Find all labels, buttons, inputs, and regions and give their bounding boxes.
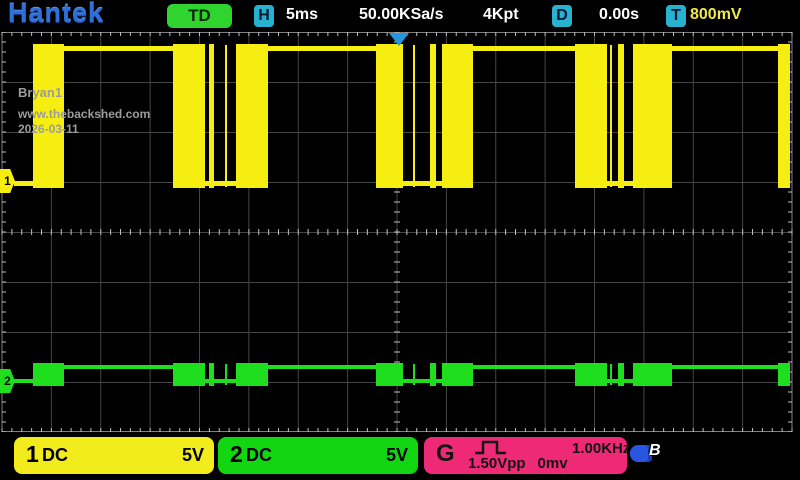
sample-rate-readout: 50.00KSa/s: [359, 6, 444, 24]
top-status-bar: Hantek TD H 5ms 50.00KSa/s 4Kpt D 0.00s …: [0, 0, 800, 32]
channel2-scale: 5V: [386, 445, 408, 466]
generator-amplitude: 1.50Vpp: [468, 455, 526, 472]
generator-label: G: [436, 440, 455, 468]
horizontal-delay-readout: 0.00s: [599, 6, 639, 24]
delay-icon[interactable]: D: [552, 5, 572, 27]
memory-depth-readout: 4Kpt: [483, 6, 519, 24]
square-wave-icon: [472, 439, 510, 456]
trigger-status-badge[interactable]: TD: [167, 4, 232, 28]
channel1-coupling: DC: [42, 445, 68, 466]
horizontal-icon[interactable]: H: [254, 5, 274, 27]
channel1-number: 1: [26, 441, 39, 468]
annotation-date: 2026-03-11: [18, 122, 79, 136]
trigger-icon[interactable]: T: [666, 5, 686, 27]
usb-storage-label: B: [649, 442, 661, 460]
channel2-number: 2: [230, 441, 243, 468]
annotation-website: www.thebackshed.com: [18, 107, 150, 121]
annotation-user: Bryan1: [18, 85, 62, 100]
channel2-coupling: DC: [246, 445, 272, 466]
channel1-scale: 5V: [182, 445, 204, 466]
generator-offset: 0mv: [538, 455, 568, 472]
ch2-trace: [14, 363, 790, 386]
channel1-info-box[interactable]: 1 DC 5V: [14, 437, 214, 474]
trigger-level-readout: 800mV: [690, 6, 742, 24]
waveform-display: 1 2 Bryan1 www.thebackshed.com 2026-03-1…: [0, 32, 800, 432]
hantek-logo: Hantek: [8, 0, 104, 29]
channel2-info-box[interactable]: 2 DC 5V: [218, 437, 418, 474]
timebase-readout: 5ms: [286, 6, 318, 24]
bottom-status-bar: 1 DC 5V 2 DC 5V G 1.00KHz 1.50Vpp 0mv B: [0, 432, 800, 480]
generator-frequency: 1.00KHz: [572, 440, 630, 457]
waveform-traces: [0, 32, 800, 432]
generator-info-box[interactable]: G 1.00KHz 1.50Vpp 0mv: [424, 437, 627, 474]
